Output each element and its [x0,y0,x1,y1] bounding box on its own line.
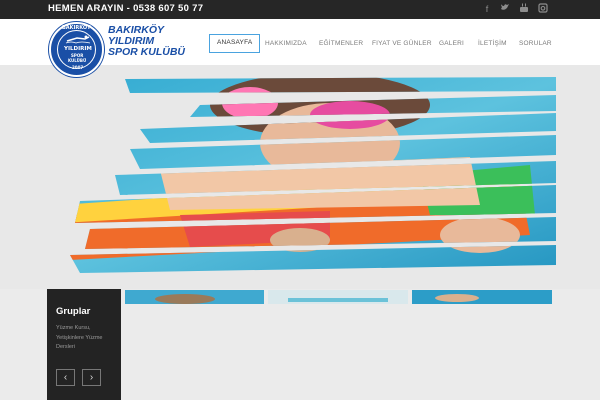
youtube-icon[interactable] [518,3,530,15]
groups-title: Gruplar [56,306,91,317]
club-logo[interactable]: BAKIRKÖY YILDIRIM SPOR KULÜBÜ 2007 [49,22,104,77]
prev-arrow-button[interactable]: ‹ [56,369,75,386]
swimmer-icon [65,35,91,44]
hero-slider[interactable] [0,65,600,289]
groups-panel: Gruplar Yüzme Kursu, Yetişkinlere Yüzme … [47,289,121,400]
next-arrow-button[interactable]: › [82,369,101,386]
phone-number: HEMEN ARAYIN - 0538 607 50 77 [48,3,204,14]
top-bar: HEMEN ARAYIN - 0538 607 50 77 f [0,0,600,19]
gallery-thumbnail[interactable] [412,290,552,304]
nav-item-fiyat-ve-gunler[interactable]: FIYAT VE GÜNLER [372,34,432,53]
facebook-icon[interactable]: f [481,3,493,15]
groups-description: Yüzme Kursu, Yetişkinlere Yüzme Dersleri [56,325,103,350]
instagram-icon[interactable] [537,3,549,15]
nav-item-hakkimizda[interactable]: HAKKIMIZDA [265,34,307,53]
site-header: BAKIRKÖY YILDIRIM SPOR KULÜBÜ 2007 BAKIR… [0,19,600,77]
nav-item-iletisim[interactable]: İLETİŞİM [478,34,507,53]
club-name-line-3: SPOR KULÜBÜ [108,46,186,58]
logo-center-line-3: KULÜBÜ [68,58,87,63]
twitter-icon[interactable] [499,3,511,15]
hero-photo-swimmer [70,77,556,273]
nav-item-anasayfa[interactable]: ANASAYFA [209,34,261,53]
logo-year: 2007 [72,65,84,70]
gallery-thumbnail[interactable] [125,290,264,304]
gallery-thumbnail[interactable] [268,290,408,304]
logo-arc-text: BAKIRKÖY [62,25,91,31]
nav-item-sorular[interactable]: SORULAR [519,34,552,53]
nav-item-egitmenler[interactable]: EĞİTMENLER [319,34,363,53]
logo-center-line-1: YILDIRIM [64,46,92,52]
nav-item-galeri[interactable]: GALERI [439,34,464,53]
club-name[interactable]: BAKIRKÖY YILDIRIM SPOR KULÜBÜ [108,25,208,58]
